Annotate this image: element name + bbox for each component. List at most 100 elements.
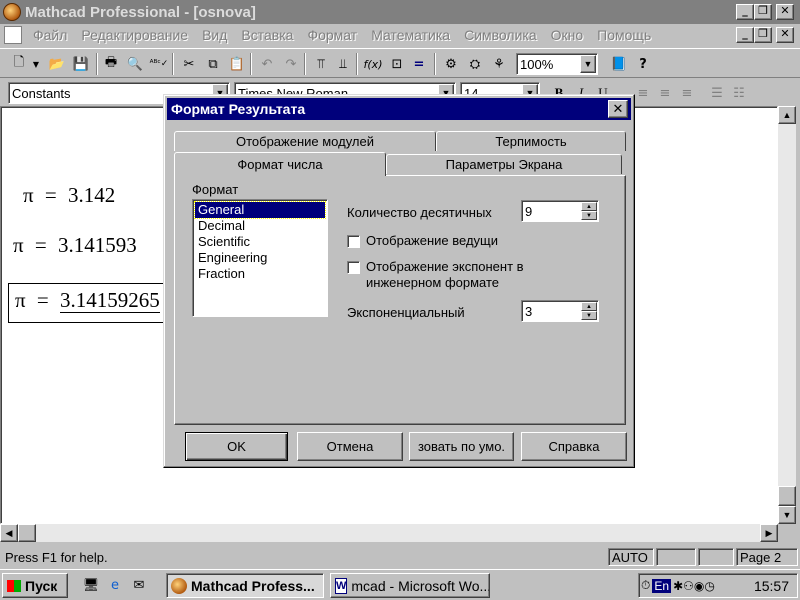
- dialog-close-icon[interactable]: ✕: [608, 100, 628, 118]
- tray-spider-icon[interactable]: ✱: [673, 579, 683, 593]
- undo-icon[interactable]: ↶: [256, 53, 278, 75]
- insert-function-icon[interactable]: f(x): [362, 53, 384, 75]
- format-option-general[interactable]: General: [194, 201, 326, 219]
- cut-icon[interactable]: ✂: [178, 53, 200, 75]
- vertical-scrollbar[interactable]: ▲ ▼: [778, 106, 796, 524]
- tab-display-modules[interactable]: Отображение модулей: [174, 131, 436, 151]
- ok-button[interactable]: OK: [185, 432, 288, 461]
- engineering-exp-label-1: Отображение экспонент в: [366, 259, 524, 274]
- tray-network-icon[interactable]: ⚇: [683, 579, 694, 593]
- pi-symbol: π: [23, 183, 34, 207]
- bullets-icon[interactable]: ☰: [706, 82, 728, 104]
- use-default-button[interactable]: зовать по умо.: [409, 432, 514, 461]
- outlook-express-icon[interactable]: ✉: [128, 574, 150, 596]
- decimals-spinner[interactable]: 9 ▲ ▼: [521, 200, 599, 222]
- copy-icon[interactable]: ⧉: [202, 53, 224, 75]
- task-word[interactable]: W mcad - Microsoft Wo...: [330, 573, 490, 598]
- align-across-icon[interactable]: ⫪: [310, 53, 332, 75]
- internet-explorer-icon[interactable]: e: [104, 574, 126, 596]
- menu-view[interactable]: Вид: [195, 27, 234, 43]
- component-wizard-icon[interactable]: ⚙: [440, 53, 462, 75]
- tab-display-options[interactable]: Параметры Экрана: [386, 154, 622, 174]
- status-panel-empty-1: [656, 548, 696, 566]
- print-preview-icon[interactable]: 🔍: [124, 53, 146, 75]
- menu-format[interactable]: Формат: [300, 27, 364, 43]
- insert-unit-icon[interactable]: ⊡: [386, 53, 408, 75]
- format-option-decimal[interactable]: Decimal: [195, 218, 327, 234]
- scroll-up-icon[interactable]: ▲: [778, 106, 796, 124]
- scroll-thumb[interactable]: [778, 486, 796, 506]
- resources-icon[interactable]: 📘: [608, 53, 630, 75]
- math-region-2[interactable]: π = 3.141593: [13, 233, 137, 258]
- run-mathconnex-icon[interactable]: ⛭: [464, 53, 486, 75]
- align-down-icon[interactable]: ⫫: [332, 53, 354, 75]
- cancel-button[interactable]: Отмена: [297, 432, 403, 461]
- align-left-icon[interactable]: ≡: [632, 82, 654, 104]
- align-center-icon[interactable]: ≡: [654, 82, 676, 104]
- menu-window[interactable]: Окно: [544, 27, 591, 43]
- menu-help[interactable]: Помощь: [590, 27, 658, 43]
- document-icon[interactable]: [4, 26, 22, 44]
- tray-volume-icon[interactable]: ◉: [694, 579, 704, 593]
- start-button[interactable]: Пуск: [2, 573, 68, 598]
- menu-file[interactable]: Файл: [26, 27, 74, 43]
- leading-zeros-checkbox[interactable]: [347, 235, 360, 248]
- open-folder-icon[interactable]: 📂: [46, 53, 68, 75]
- help-button[interactable]: Справка: [521, 432, 627, 461]
- paste-icon[interactable]: 📋: [226, 53, 248, 75]
- close-icon[interactable]: ✕: [776, 4, 794, 20]
- print-icon[interactable]: 🖶: [100, 53, 122, 75]
- redo-icon[interactable]: ↷: [280, 53, 302, 75]
- math-region-1[interactable]: π = 3.142: [23, 183, 115, 208]
- tab-number-format[interactable]: Формат числа: [174, 152, 386, 176]
- task-mathcad[interactable]: Mathcad Profess...: [166, 573, 324, 598]
- help-icon[interactable]: ?: [632, 53, 654, 75]
- menu-insert[interactable]: Вставка: [234, 27, 300, 43]
- spin-down-icon[interactable]: ▼: [581, 211, 597, 220]
- status-help-text: Press F1 for help.: [5, 549, 108, 565]
- spin-up-icon[interactable]: ▲: [581, 202, 597, 211]
- doc-minimize-icon[interactable]: _: [736, 27, 754, 43]
- format-option-fraction[interactable]: Fraction: [195, 266, 327, 282]
- mathcad-app-icon[interactable]: [3, 3, 21, 21]
- scroll-right-icon[interactable]: ▶: [760, 524, 778, 542]
- menu-edit[interactable]: Редактирование: [74, 27, 195, 43]
- new-dropdown-icon[interactable]: ▼: [30, 53, 42, 75]
- save-icon[interactable]: 💾: [70, 53, 92, 75]
- scroll-down-icon[interactable]: ▼: [778, 506, 796, 524]
- tray-clock[interactable]: 15:57: [754, 578, 789, 594]
- window-title-bar[interactable]: Mathcad Professional - [osnova] _ ❐ ✕: [0, 0, 800, 24]
- new-document-icon[interactable]: 🗋: [8, 53, 30, 75]
- hscroll-thumb[interactable]: [18, 524, 36, 542]
- numbering-icon[interactable]: ☷: [728, 82, 750, 104]
- tray-app-icon[interactable]: ⏱: [641, 578, 650, 593]
- show-desktop-icon[interactable]: 🖥: [80, 574, 102, 596]
- doc-close-icon[interactable]: ✕: [776, 27, 794, 43]
- spellcheck-icon[interactable]: ᴬᴮᶜ✓: [148, 53, 170, 75]
- doc-restore-icon[interactable]: ❐: [754, 27, 772, 43]
- tray-clock-icon[interactable]: ◷: [704, 579, 714, 593]
- calculate-icon[interactable]: =: [408, 53, 430, 75]
- scroll-left-icon[interactable]: ◀: [0, 524, 18, 542]
- menu-symbolics[interactable]: Символика: [457, 27, 544, 43]
- format-option-scientific[interactable]: Scientific: [195, 234, 327, 250]
- result-value: 3.14159265: [59, 288, 160, 313]
- zoom-select[interactable]: 100% ▼: [516, 53, 598, 75]
- horizontal-scrollbar[interactable]: ◀ ▶: [0, 524, 778, 542]
- restore-icon[interactable]: ❐: [754, 4, 772, 20]
- exponential-spinner[interactable]: 3 ▲ ▼: [521, 300, 599, 322]
- menu-math[interactable]: Математика: [364, 27, 457, 43]
- tray-language[interactable]: En: [652, 578, 672, 593]
- align-right-icon[interactable]: ≡: [676, 82, 698, 104]
- spin-up-icon[interactable]: ▲: [581, 302, 597, 311]
- mathconnex-icon[interactable]: ⚘: [488, 53, 510, 75]
- engineering-exp-checkbox[interactable]: [347, 261, 360, 274]
- format-listbox[interactable]: General Decimal Scientific Engineering F…: [192, 199, 328, 317]
- zoom-dropdown-icon[interactable]: ▼: [580, 55, 596, 73]
- minimize-icon[interactable]: _: [736, 4, 754, 20]
- tab-tolerance[interactable]: Терпимость: [436, 131, 626, 151]
- spin-down-icon[interactable]: ▼: [581, 311, 597, 320]
- dialog-title-bar[interactable]: Формат Результата ✕: [167, 98, 631, 120]
- format-option-engineering[interactable]: Engineering: [195, 250, 327, 266]
- status-page: Page 2: [736, 548, 798, 566]
